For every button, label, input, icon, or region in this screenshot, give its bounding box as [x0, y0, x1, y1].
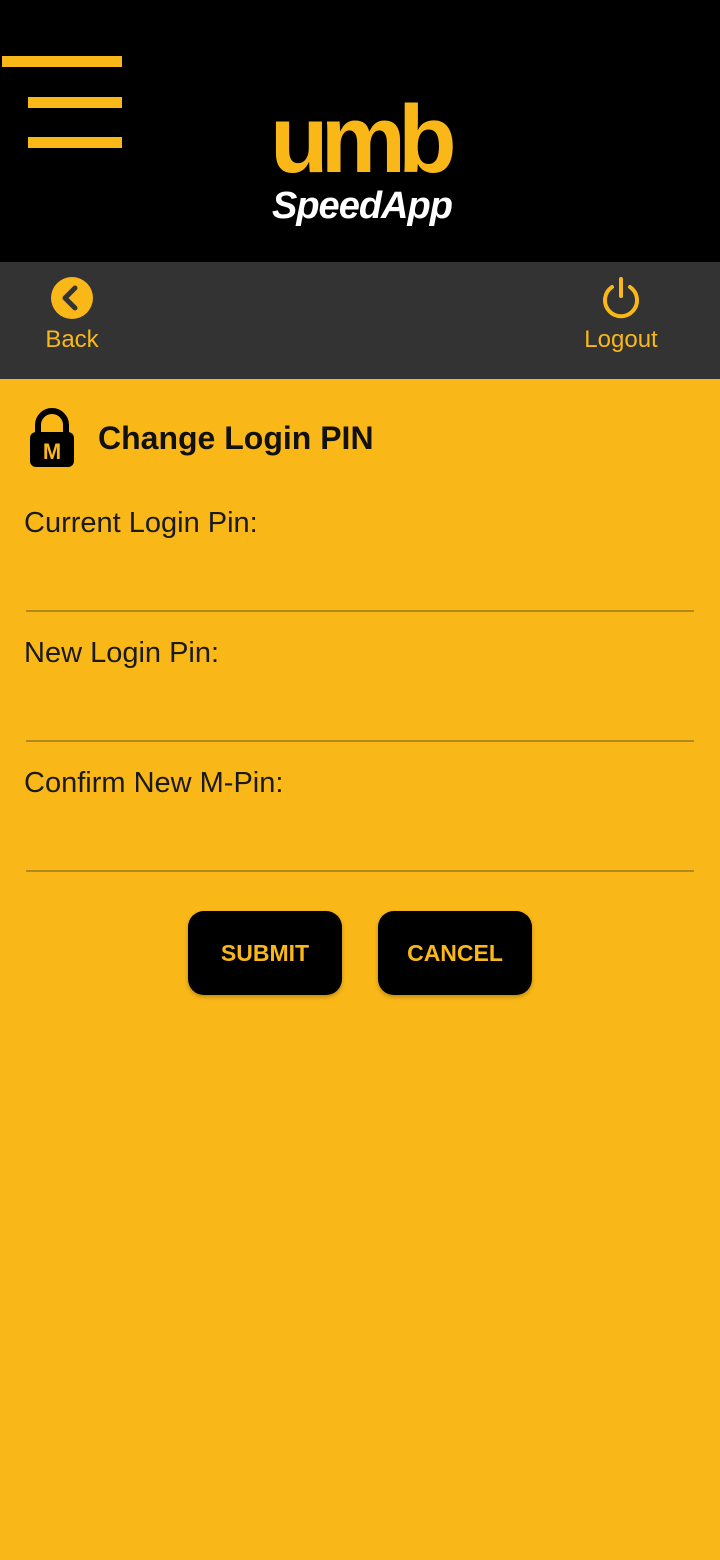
logo-text: SpeedApp	[272, 185, 452, 227]
cancel-button[interactable]: CANCEL	[378, 911, 532, 995]
back-label: Back	[45, 326, 99, 353]
submit-button[interactable]: SUBMIT	[188, 911, 342, 995]
chevron-left-circle-icon	[51, 277, 93, 319]
logout-button[interactable]: Logout	[566, 276, 676, 366]
navigation-bar: Back Logout	[0, 262, 720, 379]
current-login-pin-field: Current Login Pin:	[24, 506, 694, 618]
confirm-new-mpin-field: Confirm New M-Pin:	[24, 766, 694, 878]
page-title-text: Change Login PIN	[98, 419, 374, 456]
hamburger-menu-icon[interactable]	[0, 50, 130, 160]
confirm-new-mpin-input[interactable]	[26, 818, 694, 872]
menu-bar-middle	[28, 97, 122, 108]
new-login-pin-input[interactable]	[26, 688, 694, 742]
logo-mark: umb	[270, 86, 453, 193]
m-lock-icon: M	[30, 408, 74, 467]
current-login-pin-label: Current Login Pin:	[24, 507, 258, 539]
confirm-new-mpin-label: Confirm New M-Pin:	[24, 767, 284, 799]
logout-label: Logout	[584, 326, 658, 353]
page-title: M Change Login PIN	[28, 406, 374, 470]
umb-speedapp-logo: umb SpeedApp	[268, 84, 461, 234]
menu-bar-bottom	[28, 137, 122, 148]
back-button[interactable]: Back	[17, 276, 127, 366]
new-login-pin-field: New Login Pin:	[24, 636, 694, 748]
new-login-pin-label: New Login Pin:	[24, 637, 220, 669]
lock-letter: M	[43, 439, 61, 464]
menu-bar-top	[2, 56, 122, 67]
app-header: umb SpeedApp	[0, 0, 720, 262]
power-icon	[603, 277, 639, 319]
current-login-pin-input[interactable]	[26, 558, 694, 612]
